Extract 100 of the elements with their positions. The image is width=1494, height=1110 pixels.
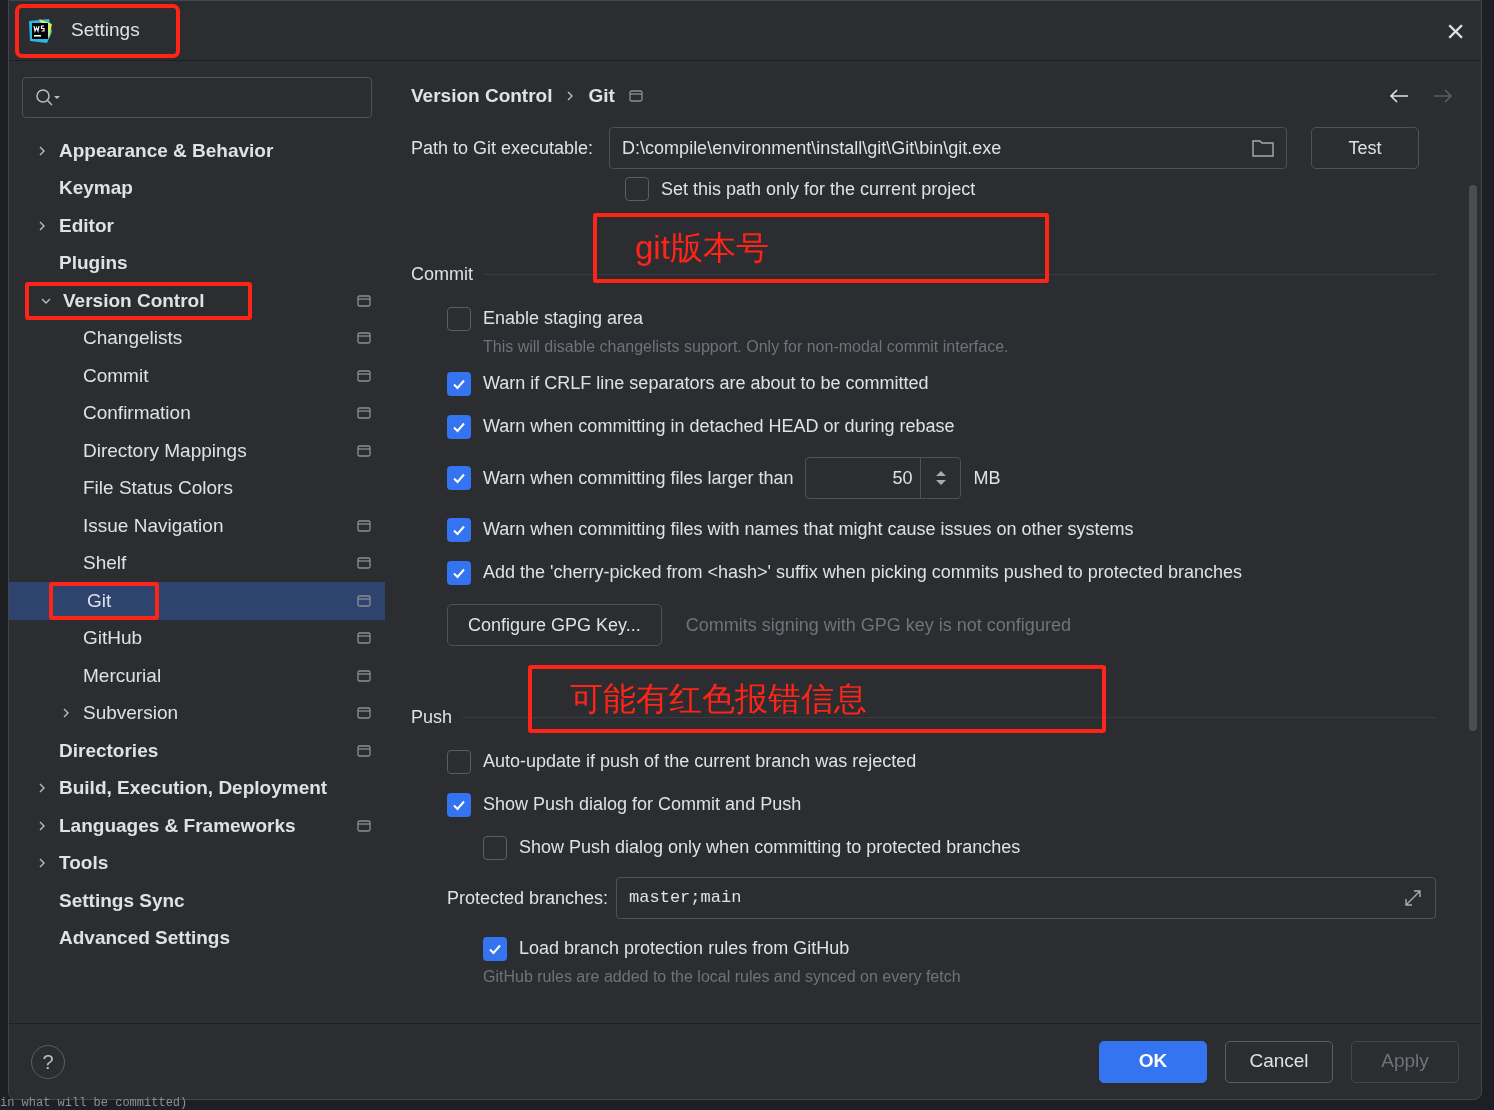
window-icon xyxy=(357,594,371,607)
chevron-icon[interactable] xyxy=(37,820,47,831)
tree-item-label: Settings Sync xyxy=(59,888,185,913)
tree-item[interactable]: Advanced Settings xyxy=(9,919,385,957)
chevron-icon[interactable] xyxy=(61,708,71,719)
window-icon xyxy=(628,90,643,102)
tree-item[interactable]: Subversion xyxy=(9,694,385,732)
git-path-field[interactable]: D:\compile\environment\install\git\Git\bin\git.exe xyxy=(609,127,1288,169)
annotation-text: git版本号 xyxy=(635,228,769,269)
option-label: Load branch protection rules from GitHub xyxy=(519,937,850,960)
tree-item-label: Commit xyxy=(83,363,149,388)
tree-item[interactable]: Confirmation xyxy=(9,394,385,432)
tree-item-label: Mercurial xyxy=(83,663,162,688)
protected-branches-field[interactable]: master;main xyxy=(616,877,1436,919)
tree-item[interactable]: GitHub xyxy=(9,619,385,657)
checkbox[interactable] xyxy=(447,792,471,817)
tree-item[interactable]: Keymap xyxy=(9,169,385,207)
tree-item-label: Subversion xyxy=(83,701,179,725)
checkbox[interactable] xyxy=(447,414,471,439)
hint-text: This will disable changelists support. Only for non-modal commit interface. xyxy=(483,337,1009,357)
dialog-button[interactable]: Cancel xyxy=(1225,1040,1333,1083)
tree-item-label: Shelf xyxy=(83,551,127,575)
tree-item-label: Build, Execution, Deployment xyxy=(59,776,328,800)
window-icon xyxy=(357,557,371,570)
chevron-icon[interactable] xyxy=(37,783,47,794)
search-icon xyxy=(35,87,61,108)
checkbox[interactable] xyxy=(625,177,649,201)
option-label: Warn when committing files larger than xyxy=(483,466,794,490)
folder-icon[interactable] xyxy=(1252,139,1275,157)
window-icon xyxy=(357,519,371,532)
back-arrow-icon[interactable] xyxy=(1389,88,1409,104)
close-button[interactable]: × xyxy=(1446,14,1471,47)
hint-text: GitHub rules are added to the local rules and synced on every fetch xyxy=(483,967,961,987)
annotation-text: 可能有红色报错信息 xyxy=(570,679,867,720)
tree-item[interactable]: Directories xyxy=(9,732,385,770)
tree-item[interactable]: Build, Execution, Deployment xyxy=(9,769,385,807)
scrollbar[interactable] xyxy=(1469,185,1477,731)
tree-item[interactable]: Plugins xyxy=(9,244,385,282)
app-logo-icon xyxy=(27,17,53,44)
checkbox[interactable] xyxy=(447,560,471,585)
checkbox[interactable] xyxy=(483,835,507,860)
configure-gpg-button[interactable]: Configure GPG Key... xyxy=(447,604,662,646)
tree-item-label: Changelists xyxy=(83,326,183,350)
search-field[interactable] xyxy=(22,77,372,118)
checkbox[interactable] xyxy=(447,749,471,774)
unit-label: MB xyxy=(973,466,1001,490)
chevron-icon[interactable] xyxy=(37,145,47,156)
tree-item-label: Editor xyxy=(59,213,114,238)
tree-item[interactable]: Tools xyxy=(9,844,385,882)
window-icon xyxy=(357,369,371,382)
checkbox[interactable] xyxy=(447,466,471,490)
tree-item-label: Confirmation xyxy=(83,401,191,425)
tree-item[interactable]: File Status Colors xyxy=(9,469,385,507)
tree-item-label: Plugins xyxy=(59,251,128,275)
tree-item-label: Tools xyxy=(59,851,109,875)
tree-item[interactable]: Languages & Frameworks xyxy=(9,807,385,845)
expand-icon[interactable] xyxy=(1403,888,1423,908)
section-title: Commit xyxy=(411,262,473,286)
chevron-icon[interactable] xyxy=(37,220,47,231)
tree-item-label: Advanced Settings xyxy=(59,926,231,950)
field-label: Protected branches: xyxy=(447,886,609,910)
number-spinner[interactable]: 50 xyxy=(805,457,962,499)
window-icon xyxy=(357,744,371,757)
tree-item-label: Keymap xyxy=(59,176,133,200)
option-label: Enable staging area xyxy=(483,307,644,330)
tree-item-label: Appearance & Behavior xyxy=(59,138,274,163)
test-button[interactable]: Test xyxy=(1311,127,1420,169)
tree-item[interactable]: Version Control xyxy=(9,282,385,320)
tree-item[interactable]: Mercurial xyxy=(9,657,385,695)
tree-item-label: Git xyxy=(87,588,112,613)
window-icon xyxy=(357,444,371,457)
window-icon xyxy=(357,707,371,720)
tree-item[interactable]: Changelists xyxy=(9,319,385,357)
tree-item-label: File Status Colors xyxy=(83,476,233,500)
checkbox[interactable] xyxy=(483,936,507,961)
tree-item[interactable]: Issue Navigation xyxy=(9,507,385,545)
tree-item[interactable]: Directory Mappings xyxy=(9,432,385,470)
tree-item[interactable]: Commit xyxy=(9,357,385,395)
chevron-icon xyxy=(566,91,575,101)
tree-item-label: Directories xyxy=(59,738,159,763)
tree-item[interactable]: Git xyxy=(9,582,385,620)
checkbox[interactable] xyxy=(447,371,471,396)
chevron-icon[interactable] xyxy=(37,858,47,869)
window-icon xyxy=(357,332,371,345)
option-label: Show Push dialog only when committing to protected branches xyxy=(519,836,1021,859)
option-label: Warn when committing files with names that might cause issues on other systems xyxy=(483,518,1134,541)
dialog-button[interactable]: OK xyxy=(1099,1040,1207,1083)
path-label: Path to Git executable: xyxy=(411,136,594,160)
option-label: Set this path only for the current project xyxy=(661,177,976,201)
window-icon xyxy=(357,669,371,682)
breadcrumb-item[interactable]: Version Control xyxy=(411,81,553,111)
tree-item[interactable]: Editor xyxy=(9,207,385,245)
tree-item-label: GitHub xyxy=(83,626,143,650)
tree-item-label: Directory Mappings xyxy=(83,438,247,463)
option-label: Warn when committing in detached HEAD or during rebase xyxy=(483,415,955,438)
tree-item[interactable]: Shelf xyxy=(9,544,385,582)
checkbox[interactable] xyxy=(447,306,471,331)
checkbox[interactable] xyxy=(447,517,471,542)
tree-item[interactable]: Appearance & Behavior xyxy=(9,132,385,170)
tree-item[interactable]: Settings Sync xyxy=(9,882,385,920)
